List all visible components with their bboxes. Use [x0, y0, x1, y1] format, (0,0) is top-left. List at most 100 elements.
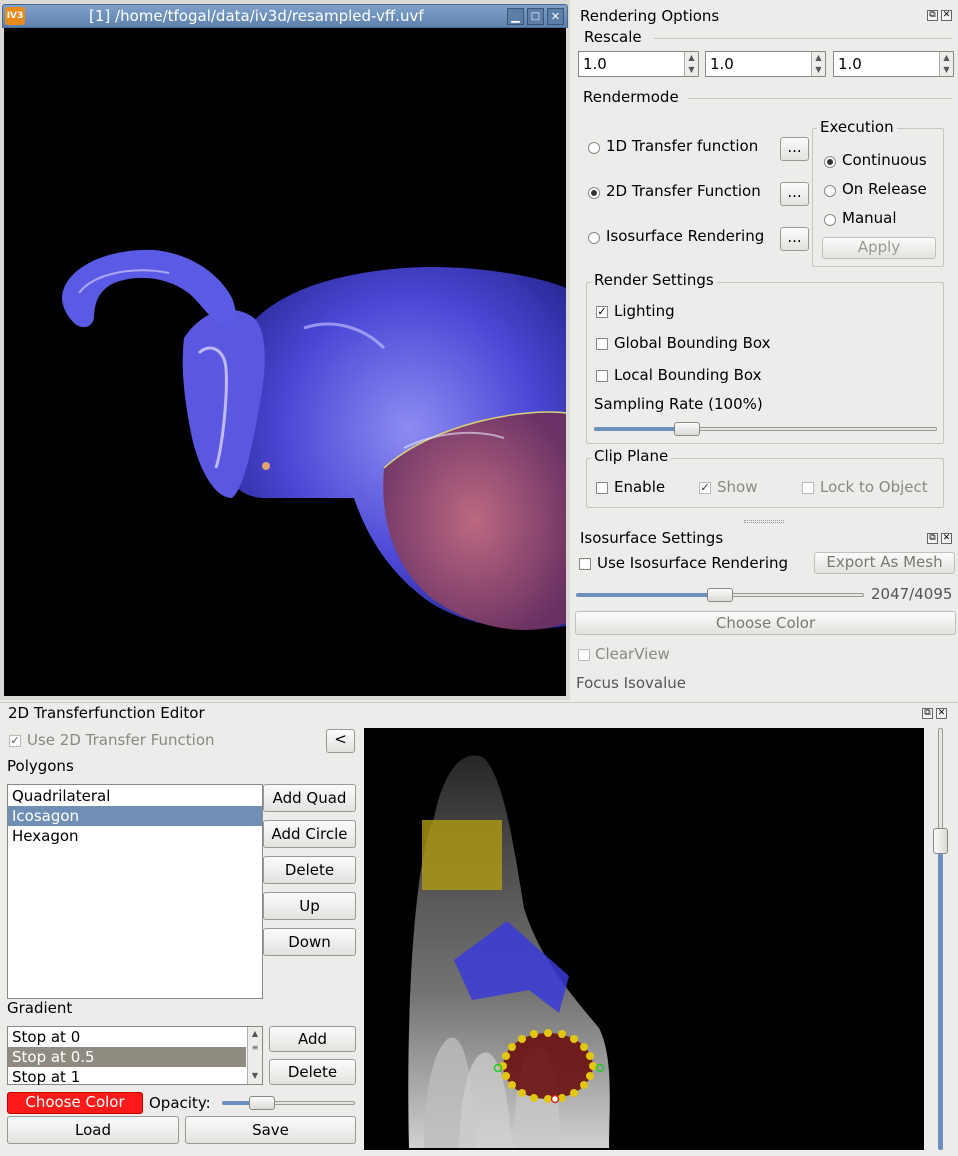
rescale-z-value: 1.0: [838, 55, 862, 73]
mode-2d-more-button[interactable]: ...: [780, 182, 809, 206]
list-item[interactable]: Stop at 1: [8, 1067, 262, 1087]
rescale-y-value: 1.0: [710, 55, 734, 73]
gradient-handle-mid[interactable]: [550, 1094, 560, 1104]
apply-button[interactable]: Apply: [822, 237, 936, 259]
mode-iso-radio[interactable]: [588, 232, 600, 244]
exec-release-label: On Release: [842, 180, 927, 198]
polygon-quadrilateral[interactable]: [422, 820, 502, 890]
gradient-stops-list[interactable]: Stop at 0 Stop at 0.5 Stop at 1 ▲ ≡ ▼: [7, 1026, 263, 1087]
rescale-z-spinbox[interactable]: 1.0 ▲ ▼: [833, 51, 954, 77]
down-button[interactable]: Down: [263, 928, 356, 956]
float-icon[interactable]: ⧉: [927, 533, 938, 544]
use-isosurface-checkbox[interactable]: [579, 558, 591, 570]
window-title: [1] /home/tfogal/data/iv3d/resampled-vff…: [89, 7, 424, 25]
clearview-label: ClearView: [595, 645, 670, 663]
delete-polygon-button[interactable]: Delete: [263, 856, 356, 884]
list-item[interactable]: Stop at 0.5: [8, 1047, 246, 1067]
clearview-checkbox[interactable]: [578, 649, 590, 661]
mode-2d-radio[interactable]: [588, 187, 600, 199]
polygons-list[interactable]: Quadrilateral Icosagon Hexagon: [7, 784, 263, 999]
close-icon[interactable]: ✕: [936, 708, 947, 719]
mode-2d-label: 2D Transfer Function: [606, 182, 761, 200]
rendermode-label: Rendermode: [583, 88, 679, 106]
load-button[interactable]: Load: [7, 1116, 179, 1144]
clip-enable-label: Enable: [614, 478, 666, 496]
spin-arrows-icon[interactable]: ▲ ▼: [684, 52, 698, 76]
add-quad-button[interactable]: Add Quad: [263, 784, 356, 812]
volume-viewport[interactable]: [4, 28, 566, 696]
mode-1d-label: 1D Transfer function: [606, 137, 759, 155]
rescale-x-value: 1.0: [583, 55, 607, 73]
exec-continuous-radio[interactable]: [824, 156, 836, 168]
collapse-button[interactable]: <: [326, 729, 355, 753]
close-icon[interactable]: ✕: [941, 533, 952, 544]
rescale-y-spinbox[interactable]: 1.0 ▲ ▼: [705, 51, 826, 77]
opacity-label: Opacity:: [149, 1094, 211, 1112]
exec-release-radio[interactable]: [824, 185, 836, 197]
float-icon[interactable]: ⧉: [927, 10, 938, 21]
splitter-handle[interactable]: [744, 520, 784, 523]
clip-enable-checkbox[interactable]: [596, 482, 608, 494]
app-logo-icon: IV3: [5, 7, 25, 25]
exec-continuous-label: Continuous: [842, 151, 927, 169]
exec-manual-label: Manual: [842, 209, 897, 227]
polygon-icosagon[interactable]: [503, 1033, 593, 1099]
local-bbox-checkbox[interactable]: [596, 370, 608, 382]
list-item[interactable]: Hexagon: [8, 826, 262, 846]
tf-histogram-canvas[interactable]: [364, 728, 924, 1150]
histogram-plot: [408, 755, 610, 1148]
rendering-options-title: Rendering Options: [580, 7, 720, 25]
close-button[interactable]: ✕: [547, 8, 564, 25]
sampling-rate-handle[interactable]: [674, 422, 700, 436]
volume-rendering: [62, 249, 566, 630]
global-bbox-checkbox[interactable]: [596, 338, 608, 350]
minimize-button[interactable]: ▁: [507, 8, 524, 25]
export-mesh-button[interactable]: Export As Mesh: [814, 552, 955, 574]
clip-show-checkbox[interactable]: ✓: [699, 482, 711, 494]
add-circle-button[interactable]: Add Circle: [263, 820, 356, 848]
vertical-scale-handle[interactable]: [933, 828, 948, 854]
isovalue-handle[interactable]: [707, 588, 733, 602]
opacity-handle[interactable]: [249, 1096, 275, 1110]
use-2d-tf-label: Use 2D Transfer Function: [27, 731, 215, 749]
stops-scrollbar[interactable]: ▲ ≡ ▼: [247, 1027, 262, 1084]
save-button[interactable]: Save: [185, 1116, 356, 1144]
list-item[interactable]: Icosagon: [8, 806, 262, 826]
execution-label: Execution: [817, 118, 897, 136]
choose-color-button[interactable]: Choose Color: [575, 611, 956, 635]
float-icon[interactable]: ⧉: [922, 708, 933, 719]
use-2d-tf-checkbox[interactable]: ✓: [9, 735, 21, 747]
render-settings-label: Render Settings: [591, 271, 717, 289]
spin-arrows-icon[interactable]: ▲ ▼: [939, 52, 953, 76]
title-bar[interactable]: IV3 [1] /home/tfogal/data/iv3d/resampled…: [2, 4, 568, 28]
isosurface-settings-title: Isosurface Settings: [580, 529, 724, 547]
lighting-checkbox[interactable]: ✓: [596, 306, 608, 318]
rescale-x-spinbox[interactable]: 1.0 ▲ ▼: [578, 51, 699, 77]
sampling-rate-label: Sampling Rate (100%): [594, 395, 763, 413]
isovalue-readout: 2047/4095: [871, 585, 953, 603]
isosurface-settings-panel: Isosurface Settings ⧉ ✕ Use Isosurface R…: [572, 527, 958, 699]
delete-stop-button[interactable]: Delete: [269, 1059, 356, 1085]
spin-arrows-icon[interactable]: ▲ ▼: [811, 52, 825, 76]
tf-editor-panel: 2D Transferfunction Editor ⧉ ✕ ✓ Use 2D …: [0, 702, 958, 1156]
mode-iso-more-button[interactable]: ...: [780, 227, 809, 251]
list-item[interactable]: Quadrilateral: [8, 786, 262, 806]
clip-plane-label: Clip Plane: [591, 447, 672, 465]
mode-1d-more-button[interactable]: ...: [780, 137, 809, 161]
maximize-button[interactable]: □: [527, 8, 544, 25]
exec-manual-radio[interactable]: [824, 214, 836, 226]
rescale-label: Rescale: [584, 28, 642, 46]
stop-choose-color-button[interactable]: Choose Color: [7, 1092, 143, 1114]
isovalue-fill: [576, 593, 716, 597]
polygons-label: Polygons: [7, 757, 74, 775]
rendering-options-panel: Rendering Options ⧉ ✕ Rescale 1.0 ▲ ▼ 1.0…: [572, 0, 958, 525]
up-button[interactable]: Up: [263, 892, 356, 920]
add-stop-button[interactable]: Add: [269, 1026, 356, 1052]
tf-editor-title: 2D Transferfunction Editor: [8, 704, 205, 722]
gradient-label: Gradient: [7, 999, 73, 1017]
close-icon[interactable]: ✕: [941, 10, 952, 21]
clip-lock-checkbox[interactable]: [802, 482, 814, 494]
list-item[interactable]: Stop at 0: [8, 1027, 262, 1047]
clip-lock-label: Lock to Object: [820, 478, 928, 496]
mode-1d-radio[interactable]: [588, 142, 600, 154]
